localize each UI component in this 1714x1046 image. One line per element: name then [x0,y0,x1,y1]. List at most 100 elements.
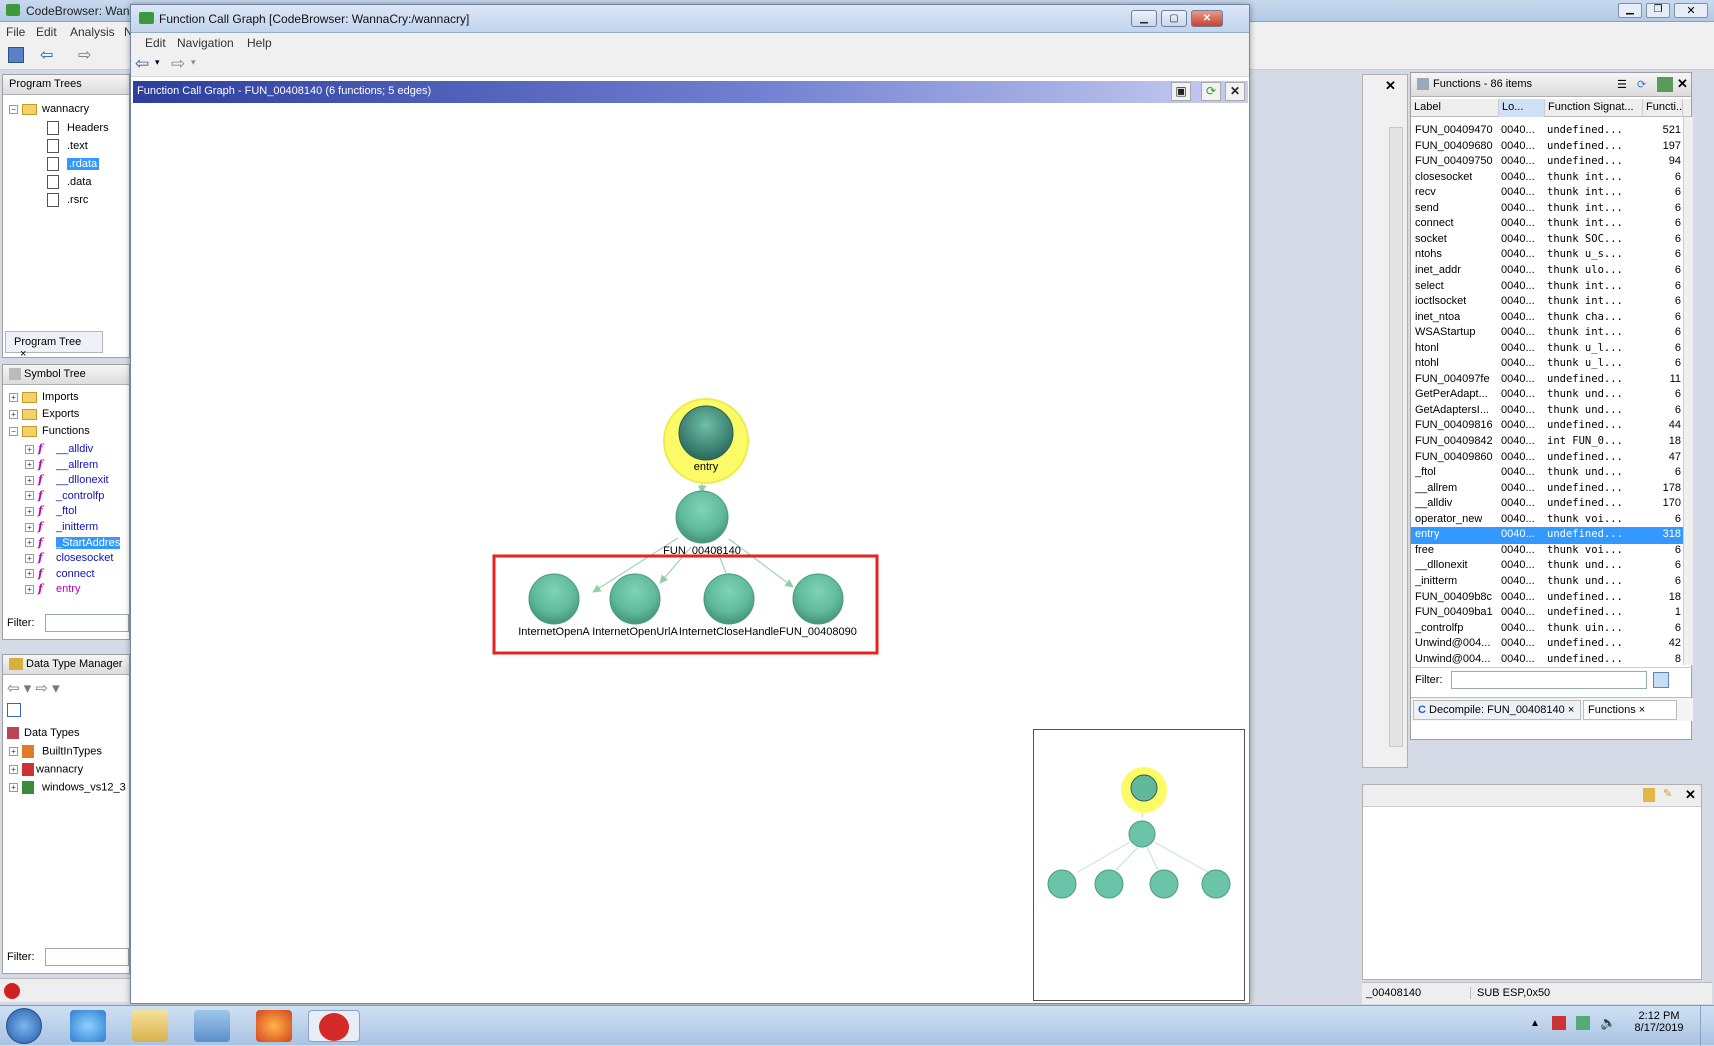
expand-icon[interactable]: + [25,506,34,516]
symbol-function-item[interactable]: + f _ftol [25,504,77,520]
table-row[interactable]: Unwind@004... 0040... undefined... 8 [1411,652,1683,665]
table-row[interactable]: ntohs 0040... thunk u_s... 6 [1411,247,1683,264]
table-row[interactable]: send 0040... thunk int... 6 [1411,201,1683,218]
lock-icon[interactable] [1643,788,1655,802]
tree-item-windows-vs12[interactable]: + windows_vs12_3 [9,781,126,797]
media-player-icon[interactable] [194,1010,230,1042]
table-row[interactable]: connect 0040... thunk int... 6 [1411,216,1683,233]
graph-node-caller[interactable] [675,490,729,544]
table-row[interactable]: ntohl 0040... thunk u_l... 6 [1411,356,1683,373]
table-row[interactable]: free 0040... thunk voi... 6 [1411,543,1683,560]
functions-vertical-scrollbar[interactable] [1683,117,1693,665]
start-button[interactable] [6,1008,42,1044]
table-row[interactable]: WSAStartup 0040... thunk int... 6 [1411,325,1683,342]
menu-edit[interactable]: Edit [36,25,57,39]
minimize-button[interactable]: ▁ [1618,3,1642,18]
table-row[interactable]: FUN_00409816 0040... undefined... 44 [1411,418,1683,435]
tab-program-tree[interactable]: Program Tree × [5,331,103,360]
close-button[interactable]: ✕ [1191,10,1223,27]
restore-button[interactable]: ❐ [1646,3,1670,18]
back-arrow-icon[interactable]: ⇦ [40,45,53,65]
expand-icon[interactable]: + [25,569,34,579]
expand-icon[interactable]: + [9,783,18,792]
table-row[interactable]: htonl 0040... thunk u_l... 6 [1411,341,1683,358]
table-row[interactable]: select 0040... thunk int... 6 [1411,279,1683,296]
graph-node-entry[interactable] [678,405,734,461]
forward-arrow-icon[interactable]: ⇨ [78,45,91,65]
column-location[interactable]: Lo... [1499,99,1545,117]
tree-item-text[interactable]: .text [47,139,88,155]
close-panel-icon[interactable]: ✕ [1677,76,1688,92]
menu-navigation[interactable]: Navigation [177,36,234,50]
symbol-function-item[interactable]: + f _initterm [25,520,98,536]
table-row[interactable]: inet_ntoa 0040... thunk cha... 6 [1411,310,1683,327]
expand-icon[interactable]: + [25,584,34,594]
internet-explorer-icon[interactable] [70,1010,106,1042]
table-row[interactable]: FUN_00409750 0040... undefined... 94 [1411,154,1683,171]
expand-icon[interactable]: + [9,765,18,774]
network-icon[interactable] [1576,1016,1590,1030]
symbol-function-item[interactable]: + f __alldiv [25,442,93,458]
graph-node-callee[interactable] [703,573,755,625]
table-row[interactable]: FUN_00409470 0040... undefined... 521 [1411,123,1683,140]
collapse-icon[interactable]: − [9,426,18,436]
tree-item-headers[interactable]: Headers [47,121,109,137]
minimize-button[interactable]: ▁ [1131,10,1157,27]
tree-folder-functions[interactable]: − Functions [9,425,90,441]
collapse-all-icon[interactable] [7,703,21,717]
back-arrow-icon[interactable]: ⇦ ▾ ⇨ ▾ [7,679,60,697]
table-row[interactable]: closesocket 0040... thunk int... 6 [1411,170,1683,187]
table-row[interactable]: Unwind@004... 0040... undefined... 42 [1411,636,1683,653]
edit-icon[interactable]: ✎ [1663,787,1672,800]
table-row[interactable]: operator_new 0040... thunk voi... 6 [1411,512,1683,529]
symbol-function-item[interactable]: + f closesocket [25,551,113,567]
menu-help[interactable]: Help [247,36,272,50]
show-desktop-button[interactable] [1700,1006,1714,1046]
tab-functions[interactable]: Functions × [1583,700,1677,720]
tree-item-rsrc[interactable]: .rsrc [47,193,88,209]
table-row[interactable]: inet_addr 0040... thunk ulo... 6 [1411,263,1683,280]
column-function-size[interactable]: Functi... [1643,99,1683,117]
column-label[interactable]: Label [1411,99,1499,117]
table-row[interactable]: _initterm 0040... thunk und... 6 [1411,574,1683,591]
tree-item-builtintypes[interactable]: + BuiltInTypes [9,745,102,761]
menu-analysis[interactable]: Analysis [70,25,115,39]
table-row[interactable]: FUN_00409ba1 0040... undefined... 1 [1411,605,1683,622]
expand-icon[interactable]: + [9,392,18,402]
expand-icon[interactable]: + [25,522,34,532]
close-panel-icon[interactable]: ✕ [1225,82,1245,101]
symbol-function-item[interactable]: + f entry [25,582,80,598]
refresh-icon[interactable]: ⟳ [1201,82,1221,101]
tree-item-rdata[interactable]: .rdata [47,157,100,173]
tree-folder-imports[interactable]: + Imports [9,391,79,407]
expand-icon[interactable]: + [9,409,18,419]
symbol-function-item[interactable]: + f __dllonexit [25,473,109,489]
tab-decompile[interactable]: C Decompile: FUN_00408140 × [1413,700,1581,720]
table-row[interactable]: __dllonexit 0040... thunk und... 6 [1411,558,1683,575]
forward-arrow-icon[interactable]: ⇨ [171,54,185,74]
close-tab-icon[interactable]: × [20,348,26,360]
table-row[interactable]: GetPerAdapt... 0040... thunk und... 6 [1411,387,1683,404]
table-row[interactable]: FUN_00409860 0040... undefined... 47 [1411,450,1683,467]
table-row[interactable]: entry 0040... undefined... 318 [1411,527,1683,545]
collapse-icon[interactable]: − [9,104,18,114]
symbol-function-item[interactable]: + f __allrem [25,458,98,474]
file-explorer-icon[interactable] [132,1010,168,1042]
error-status-icon[interactable] [4,983,20,999]
symbol-function-item[interactable]: + f _StartAddres [25,536,121,552]
tree-folder-exports[interactable]: + Exports [9,408,79,424]
functions-filter-input[interactable] [1451,671,1647,689]
back-arrow-icon[interactable]: ⇦ [135,54,149,74]
menu-edit[interactable]: Edit [145,36,166,50]
data-type-filter-input[interactable] [45,948,129,966]
table-row[interactable]: FUN_004097fe 0040... undefined... 11 [1411,372,1683,389]
tree-item-wannacry[interactable]: + wannacry [9,763,83,779]
show-hidden-icons-icon[interactable]: ▲ [1530,1018,1540,1029]
action-center-icon[interactable] [1552,1016,1566,1030]
maximize-button[interactable]: ▢ [1161,10,1187,27]
close-button[interactable]: ✕ [1674,3,1708,18]
save-icon[interactable] [8,47,24,63]
close-panel-icon[interactable]: ✕ [1685,787,1696,803]
expand-icon[interactable]: + [25,491,34,501]
graph-node-callee[interactable] [528,573,580,625]
